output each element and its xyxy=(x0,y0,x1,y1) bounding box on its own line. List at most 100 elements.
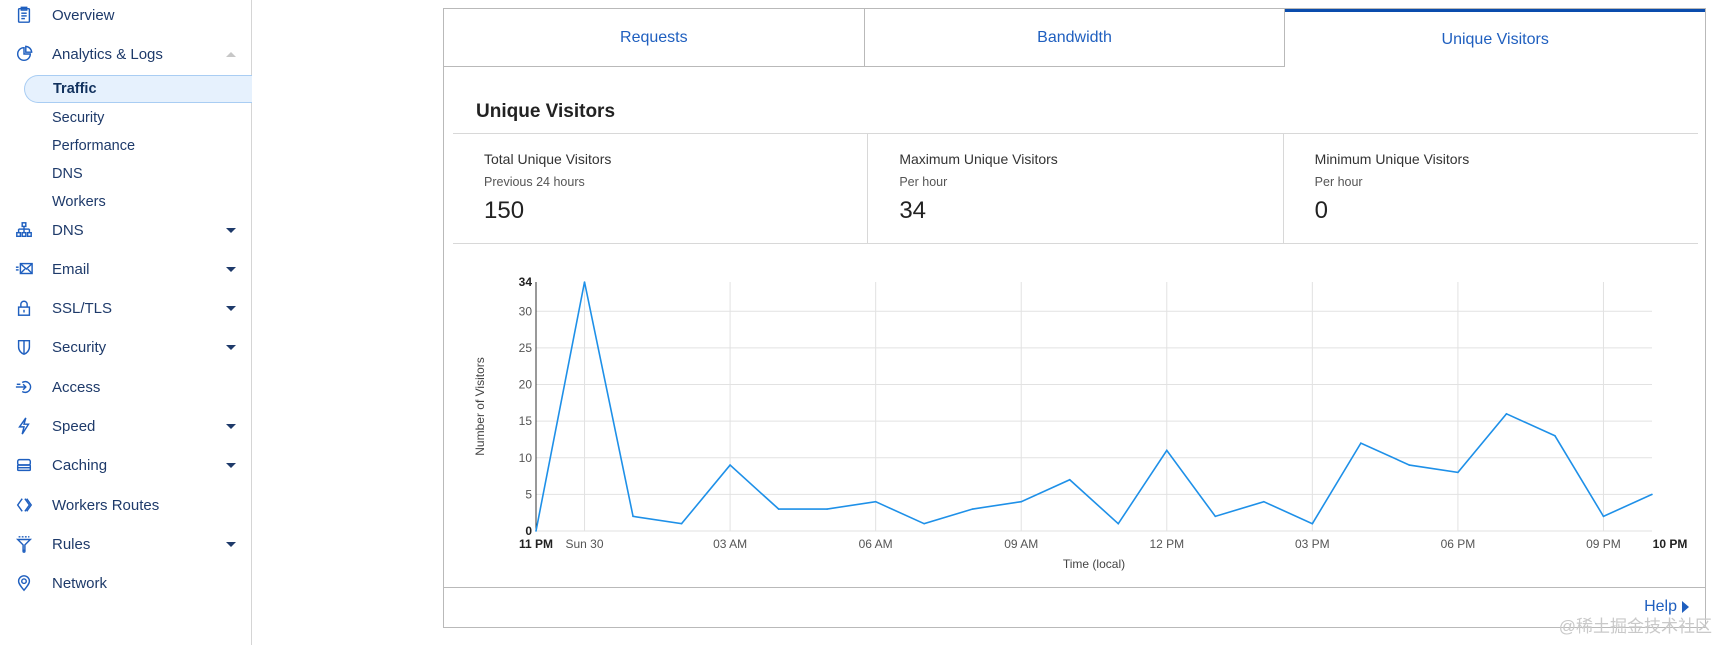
tab-bandwidth[interactable]: Bandwidth xyxy=(864,9,1286,67)
sitemap-icon xyxy=(14,220,34,240)
sidebar-subitem-workers[interactable]: Workers xyxy=(24,188,252,216)
sidebar-item-rules[interactable]: Rules xyxy=(0,529,251,559)
x-tick-label: 03 AM xyxy=(713,537,747,551)
stat-title: Maximum Unique Visitors xyxy=(899,151,1058,167)
x-tick-label: 11 PM xyxy=(519,537,553,551)
sidebar-item-access[interactable]: Access xyxy=(0,372,251,402)
x-tick-label: Sun 30 xyxy=(565,537,603,551)
sidebar-item-analytics-logs[interactable]: Analytics & Logs xyxy=(0,39,251,69)
tab-unique-visitors[interactable]: Unique Visitors xyxy=(1285,9,1706,67)
data-point xyxy=(1165,449,1168,452)
data-point xyxy=(1020,500,1023,503)
sidebar-item-label: Network xyxy=(52,574,108,592)
data-point xyxy=(729,464,731,466)
server-icon xyxy=(14,455,34,475)
shield-icon xyxy=(14,337,34,357)
data-point xyxy=(1068,478,1071,481)
tab-requests[interactable]: Requests xyxy=(444,9,865,67)
chevron-down-icon[interactable] xyxy=(226,344,236,350)
sidebar-item-security[interactable]: Security xyxy=(0,332,251,362)
sidebar-subitem-label: DNS xyxy=(52,166,83,182)
metric-tabs: Requests Bandwidth Unique Visitors xyxy=(444,9,1706,67)
x-tick-label: 03 PM xyxy=(1295,537,1330,551)
filter-icon xyxy=(14,534,34,554)
sidebar-item-label: Access xyxy=(52,378,101,396)
sidebar-item-ssl-tls[interactable]: SSL/TLS xyxy=(0,293,251,323)
y-tick-label: 20 xyxy=(519,378,533,392)
sidebar-subitem-traffic[interactable]: Traffic xyxy=(24,75,252,103)
y-tick-label: 0 xyxy=(525,524,532,538)
data-point xyxy=(680,522,683,525)
sidebar-item-caching[interactable]: Caching xyxy=(0,450,251,480)
chevron-up-icon[interactable] xyxy=(226,51,236,57)
data-point xyxy=(1360,442,1362,444)
data-point xyxy=(1408,464,1411,466)
sidebar-item-label: Overview xyxy=(52,6,115,24)
data-point xyxy=(1602,515,1605,518)
sidebar-item-overview[interactable]: Overview xyxy=(0,0,251,30)
y-tick-label: 34 xyxy=(519,275,533,289)
sidebar-item-label: SSL/TLS xyxy=(52,299,113,317)
stat-title: Minimum Unique Visitors xyxy=(1314,151,1470,167)
chart-svg: 0 5 10 15 20 25 30 34 11 PM Sun 30 03 AM 06 AM 09 AM… xyxy=(473,275,1688,571)
y-tick-label: 30 xyxy=(519,304,533,318)
chevron-down-icon[interactable] xyxy=(226,266,236,272)
data-point xyxy=(971,508,974,510)
sidebar-item-workers-routes[interactable]: Workers Routes xyxy=(0,490,251,520)
sidebar-item-label: Caching xyxy=(52,456,108,474)
sidebar-item-label: Security xyxy=(52,338,107,356)
x-tick-label: 10 PM xyxy=(1653,537,1688,551)
data-point xyxy=(874,500,877,503)
sidebar-subitem-dns[interactable]: DNS xyxy=(24,160,252,188)
card-footer: Help xyxy=(444,587,1705,628)
stat-title: Total Unique Visitors xyxy=(484,151,612,167)
x-axis-title: Time (local) xyxy=(1063,557,1125,571)
x-tick-label: 09 AM xyxy=(1004,537,1038,551)
sidebar-item-dns[interactable]: DNS xyxy=(0,215,251,245)
y-tick-label: 25 xyxy=(519,341,533,355)
chevron-down-icon[interactable] xyxy=(226,227,236,233)
section-title: Unique Visitors xyxy=(476,101,616,122)
sidebar-subitem-label: Traffic xyxy=(53,81,97,97)
data-point xyxy=(535,530,537,532)
sidebar-item-label: Workers Routes xyxy=(52,496,160,514)
data-point xyxy=(1554,434,1556,437)
data-point xyxy=(632,515,634,518)
sidebar-subitem-label: Security xyxy=(52,110,105,126)
stat-subtitle: Per hour xyxy=(899,175,948,189)
chevron-down-icon[interactable] xyxy=(226,541,236,547)
data-point xyxy=(1214,515,1217,518)
mail-icon xyxy=(14,259,34,279)
sidebar-subitem-label: Workers xyxy=(52,194,106,210)
workers-icon xyxy=(14,495,34,515)
sidebar-subitem-performance[interactable]: Performance xyxy=(24,132,252,160)
chevron-down-icon[interactable] xyxy=(226,423,236,429)
stats-row: Total Unique Visitors Previous 24 hours … xyxy=(453,133,1698,244)
sidebar-item-label: Analytics & Logs xyxy=(52,45,163,63)
sidebar-item-email[interactable]: Email xyxy=(0,254,251,284)
y-tick-label: 5 xyxy=(525,487,532,501)
sidebar-item-label: Email xyxy=(52,260,90,278)
chevron-down-icon[interactable] xyxy=(226,462,236,468)
sidebar-item-label: Rules xyxy=(52,535,91,553)
stat-subtitle: Previous 24 hours xyxy=(484,175,585,189)
access-icon xyxy=(14,377,34,397)
x-tick-label: 12 PM xyxy=(1149,537,1184,551)
sidebar-item-speed[interactable]: Speed xyxy=(0,411,251,441)
location-pin-icon xyxy=(14,573,34,593)
data-point xyxy=(826,508,828,510)
data-point xyxy=(923,522,925,525)
x-tick-label: 09 PM xyxy=(1586,537,1621,551)
sidebar-item-network[interactable]: Network xyxy=(0,568,251,598)
stat-value: 150 xyxy=(484,197,525,224)
sidebar-item-label: Speed xyxy=(52,417,96,435)
pie-chart-icon xyxy=(14,44,34,64)
data-point xyxy=(777,508,780,510)
sidebar-subitem-security[interactable]: Security xyxy=(24,104,252,132)
stat-maximum-unique-visitors: Maximum Unique Visitors Per hour 34 xyxy=(868,134,1284,243)
watermark: @稀土掘金技术社区 xyxy=(1558,617,1712,636)
data-point xyxy=(1457,471,1459,474)
data-point xyxy=(1117,522,1120,525)
chevron-down-icon[interactable] xyxy=(226,305,236,311)
data-point xyxy=(1263,500,1265,503)
